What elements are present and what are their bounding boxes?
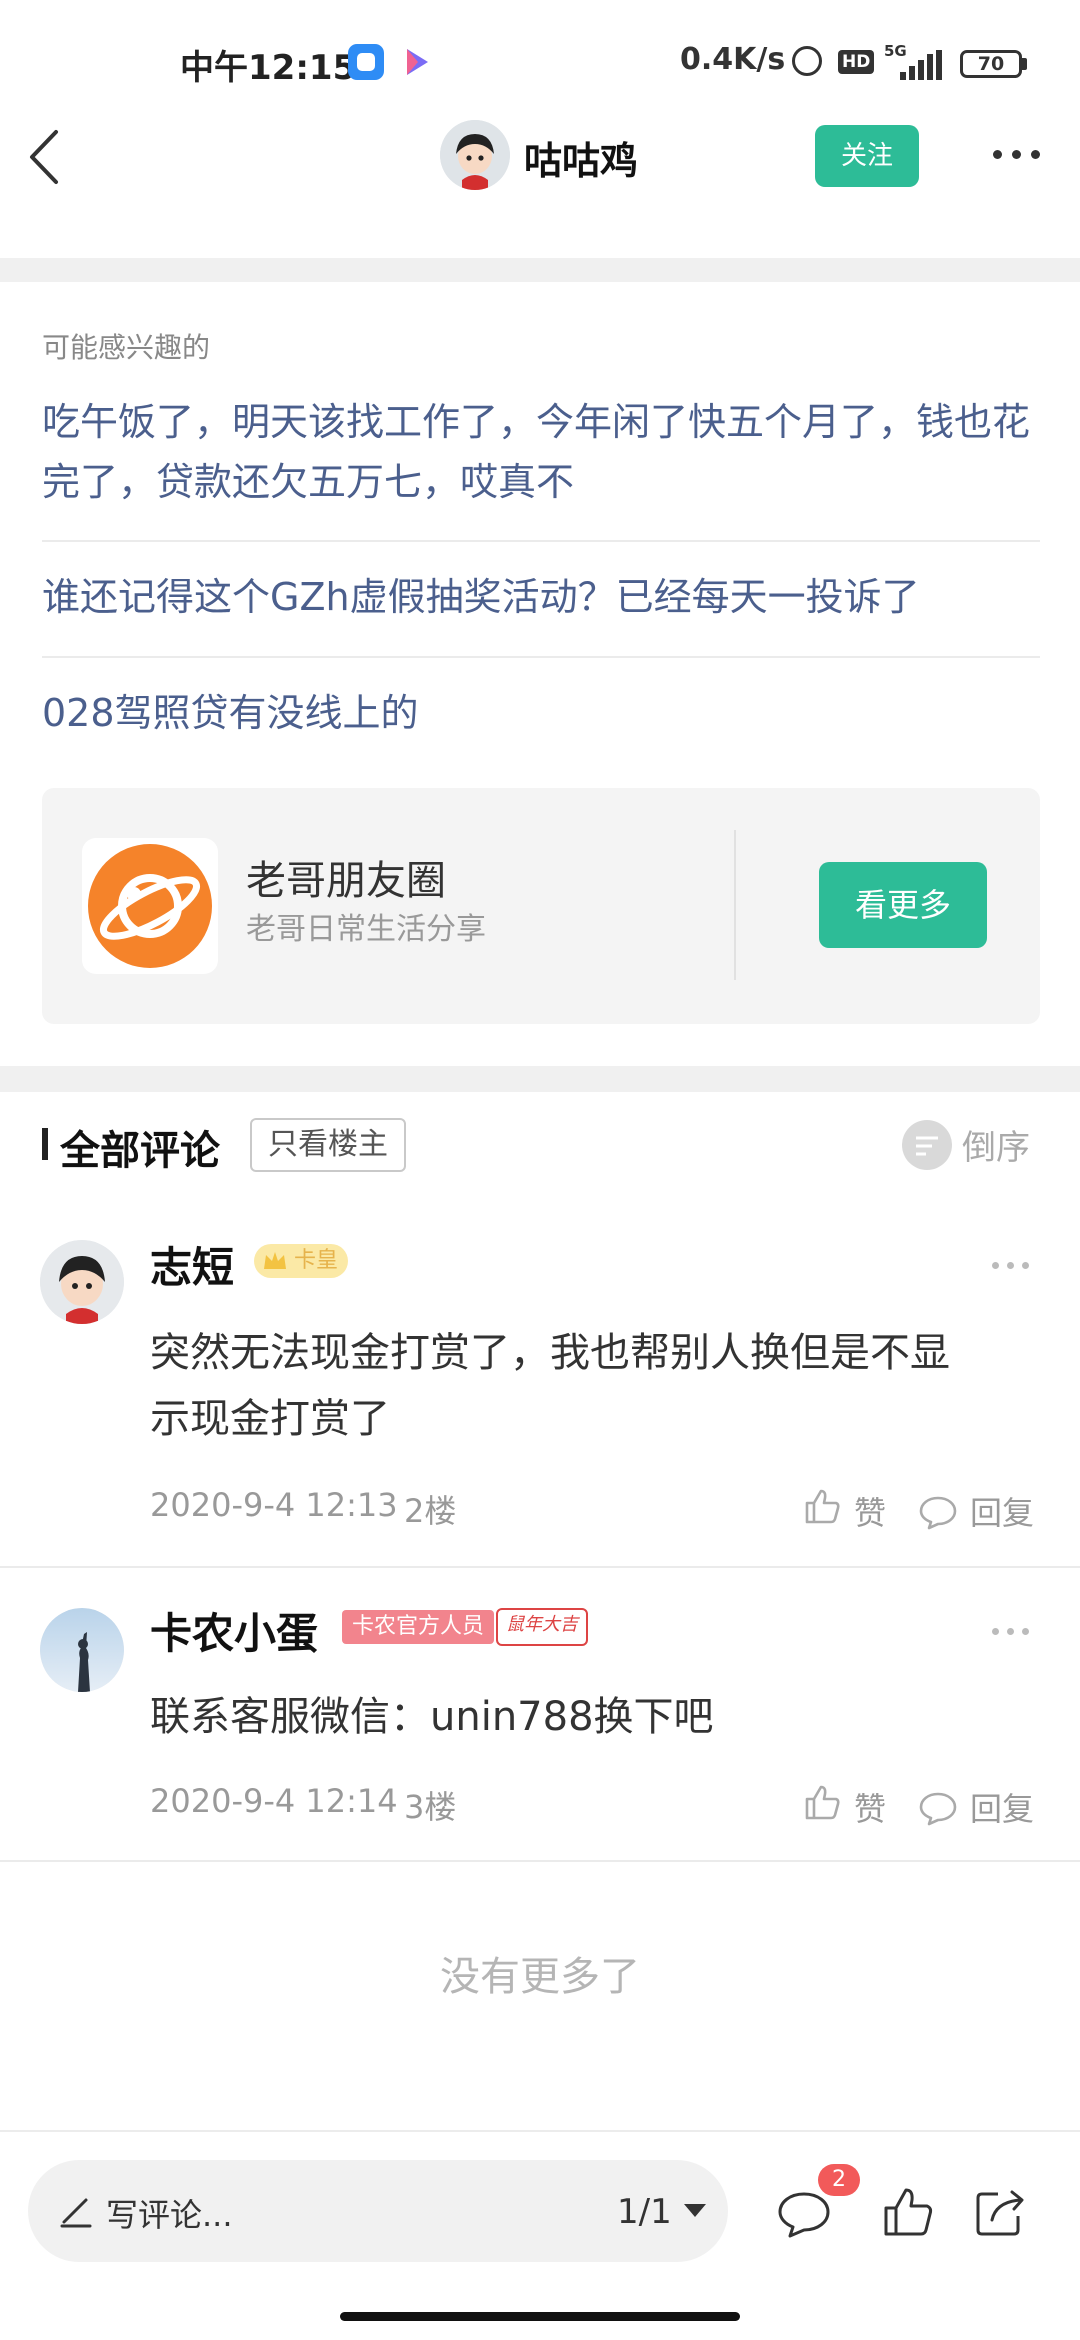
- card-divider: [734, 830, 736, 980]
- comment-text: 联系客服微信：unin788换下吧: [150, 1694, 714, 1740]
- comment-date: 2020-9-4 12:13: [150, 1486, 398, 1524]
- alarm-icon: [792, 46, 822, 76]
- see-more-button[interactable]: 看更多: [819, 862, 987, 948]
- reply-label[interactable]: 回复: [970, 1488, 1034, 1534]
- section-marker: [42, 1128, 48, 1160]
- related-post-link[interactable]: 028驾照贷有没线上的: [42, 683, 1042, 743]
- back-arrow-icon[interactable]: [22, 122, 82, 192]
- comment-divider: [0, 1860, 1080, 1862]
- commenter-avatar[interactable]: [40, 1240, 124, 1324]
- battery-nub: [1022, 58, 1027, 70]
- new-year-badge: 鼠年大吉: [496, 1608, 588, 1646]
- divider: [42, 540, 1040, 542]
- bottom-bar-divider: [0, 2130, 1080, 2132]
- related-post-link[interactable]: 谁还记得这个GZh虚假抽奖活动？已经每天一投诉了: [42, 567, 1042, 627]
- section-divider: [0, 1066, 1080, 1092]
- comment-more-icon[interactable]: [986, 1246, 1036, 1286]
- comment-text: 突然无法现金打赏了，我也帮别人换但是不显: [150, 1330, 950, 1376]
- related-post-link[interactable]: 吃午饭了，明天该找工作了，今年闲了快五个月了，钱也花完了，贷款还欠五万七，哎真不: [42, 392, 1042, 512]
- comment-text: 示现金打赏了: [150, 1396, 390, 1442]
- comment-more-icon[interactable]: [986, 1612, 1036, 1652]
- comment-floor: 3楼: [404, 1788, 457, 1826]
- comment-count-badge: 2: [818, 2164, 860, 2196]
- follow-button[interactable]: 关注: [815, 125, 919, 187]
- commenter-name[interactable]: 志短: [150, 1234, 234, 1295]
- reply-icon[interactable]: [918, 1788, 958, 1828]
- author-avatar[interactable]: [440, 120, 510, 190]
- like-label[interactable]: 赞: [854, 1784, 886, 1830]
- home-indicator[interactable]: [340, 2312, 740, 2321]
- sort-order-label[interactable]: 倒序: [962, 1120, 1030, 1169]
- sort-icon[interactable]: [902, 1120, 952, 1170]
- like-icon[interactable]: [802, 1782, 842, 1822]
- chevron-down-icon[interactable]: [684, 2204, 706, 2217]
- comments-title: 全部评论: [60, 1128, 220, 1174]
- like-post-icon[interactable]: [880, 2184, 936, 2240]
- share-icon[interactable]: [972, 2184, 1028, 2240]
- section-divider: [0, 258, 1080, 282]
- like-label[interactable]: 赞: [854, 1488, 886, 1534]
- reply-label[interactable]: 回复: [970, 1784, 1034, 1830]
- page-indicator[interactable]: 1/1: [617, 2192, 672, 2232]
- like-icon[interactable]: [802, 1486, 842, 1526]
- video-app-icon: [407, 49, 428, 75]
- comment-floor: 2楼: [404, 1492, 457, 1530]
- circle-subtitle: 老哥日常生活分享: [246, 912, 486, 947]
- page-title: 咕咕鸡: [524, 139, 639, 183]
- comment-placeholder[interactable]: 写评论...: [106, 2190, 233, 2236]
- reply-icon[interactable]: [918, 1492, 958, 1532]
- only-host-toggle[interactable]: 只看楼主: [250, 1118, 406, 1172]
- signal-icon: 5G: [884, 42, 944, 82]
- network-speed: 0.4K/s: [680, 42, 786, 77]
- battery-icon: 70: [960, 50, 1022, 78]
- comments-icon[interactable]: [776, 2186, 832, 2242]
- pencil-icon: [60, 2198, 92, 2228]
- crown-icon: [264, 1252, 286, 1269]
- end-of-list-label: 没有更多了: [440, 1954, 640, 2000]
- comment-divider: [0, 1566, 1080, 1568]
- commenter-avatar[interactable]: [40, 1608, 124, 1692]
- circle-logo: [82, 838, 218, 974]
- related-heading: 可能感兴趣的: [42, 331, 211, 364]
- more-options-icon[interactable]: [982, 130, 1052, 180]
- user-badge: 卡皇: [254, 1244, 349, 1278]
- app-notification-icon: [348, 44, 384, 80]
- circle-name: 老哥朋友圈: [246, 858, 446, 904]
- user-badge-label: 卡皇: [294, 1248, 339, 1273]
- status-time: 中午12:15: [180, 48, 357, 88]
- hd-indicator: HD: [838, 50, 875, 74]
- commenter-name[interactable]: 卡农小蛋: [150, 1600, 318, 1661]
- official-staff-badge: 卡农官方人员: [342, 1610, 495, 1644]
- comment-date: 2020-9-4 12:14: [150, 1782, 398, 1820]
- divider: [42, 656, 1040, 658]
